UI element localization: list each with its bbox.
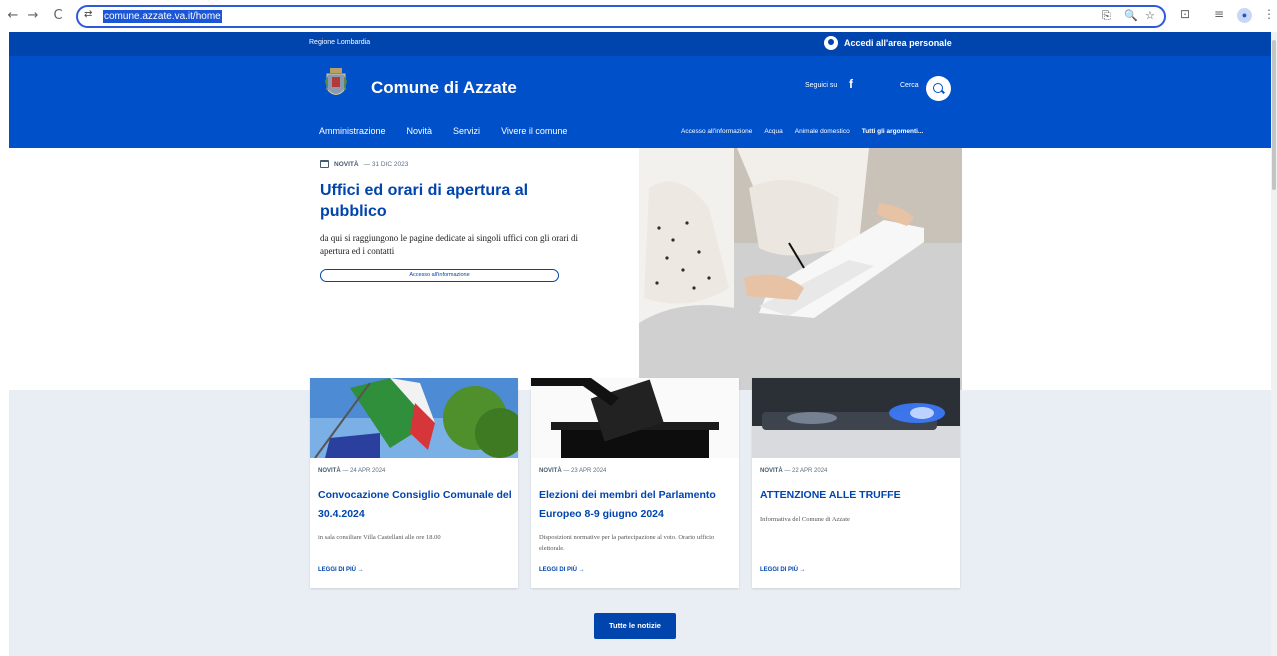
read-more-link[interactable]: LEGGI DI PIÙ → bbox=[539, 567, 585, 573]
read-more-link[interactable]: LEGGI DI PIÙ → bbox=[318, 567, 364, 573]
card-category: NOVITÀ bbox=[539, 468, 562, 474]
top-bar: Regione Lombardia Accedi all'area person… bbox=[9, 32, 1271, 56]
card-meta: NOVITÀ — 22 APR 2024 bbox=[760, 468, 827, 474]
news-card[interactable]: NOVITÀ — 24 APR 2024 Convocazione Consig… bbox=[310, 378, 518, 588]
read-more-link[interactable]: LEGGI DI PIÙ → bbox=[760, 567, 806, 573]
url-text[interactable]: comune.azzate.va.it/home bbox=[103, 10, 222, 23]
user-avatar-icon bbox=[824, 36, 838, 50]
extensions-icon[interactable]: ⊡ bbox=[1180, 7, 1190, 21]
nav-item-novita[interactable]: Novità bbox=[407, 126, 433, 136]
news-card[interactable]: NOVITÀ — 22 APR 2024 ATTENZIONE ALLE TRU… bbox=[752, 378, 960, 588]
website-viewport: Regione Lombardia Accedi all'area person… bbox=[9, 32, 1271, 656]
search-label: Cerca bbox=[900, 82, 919, 89]
zoom-icon[interactable]: 🔍 bbox=[1124, 9, 1138, 22]
card-meta: NOVITÀ — 23 APR 2024 bbox=[539, 468, 606, 474]
reload-icon[interactable]: C bbox=[49, 7, 67, 25]
calendar-icon bbox=[320, 160, 329, 168]
browser-toolbar: ← → C ⇄ comune.azzate.va.it/home ⎘ 🔍 ☆ ⊡… bbox=[0, 0, 1277, 32]
topic-tutti-argomenti[interactable]: Tutti gli argomenti... bbox=[862, 128, 924, 135]
topics-navigation: Accesso all'informazione Acqua Animale d… bbox=[681, 128, 923, 135]
cast-icon[interactable]: ⎘ bbox=[1102, 9, 1111, 23]
hero-title[interactable]: Uffici ed orari di apertura al pubblico bbox=[320, 180, 580, 222]
hero-date: — 31 DIC 2023 bbox=[363, 160, 409, 168]
site-title[interactable]: Comune di Azzate bbox=[371, 78, 517, 98]
card-description: in sala consiliare Villa Castellani alle… bbox=[318, 534, 441, 541]
topic-acqua[interactable]: Acqua bbox=[764, 128, 782, 135]
card-title[interactable]: Elezioni dei membri del Parlamento Europ… bbox=[539, 486, 735, 524]
reading-list-icon[interactable]: ≡ bbox=[1214, 7, 1224, 21]
topic-accesso-informazione[interactable]: Accesso all'informazione bbox=[681, 128, 752, 135]
back-arrow-icon[interactable]: ← bbox=[4, 7, 22, 25]
card-description: Informativa del Comune di Azzate bbox=[760, 516, 850, 523]
browser-menu-icon[interactable]: ⋮ bbox=[1263, 7, 1275, 21]
nav-item-amministrazione[interactable]: Amministrazione bbox=[319, 126, 386, 136]
profile-avatar-icon[interactable]: ● bbox=[1237, 8, 1252, 23]
card-image-ballot-box bbox=[531, 378, 739, 458]
card-image-police-lights bbox=[752, 378, 960, 458]
card-title[interactable]: Convocazione Consiglio Comunale del 30.4… bbox=[318, 486, 514, 524]
card-description: Disposizioni normative per la partecipaz… bbox=[539, 534, 715, 552]
site-header: Comune di Azzate Seguici su f Cerca Ammi… bbox=[9, 56, 1271, 148]
card-title[interactable]: ATTENZIONE ALLE TRUFFE bbox=[760, 486, 956, 505]
nav-item-vivere-il-comune[interactable]: Vivere il comune bbox=[501, 126, 567, 136]
bookmark-star-icon[interactable]: ☆ bbox=[1145, 9, 1155, 22]
social-label: Seguici su bbox=[805, 82, 838, 89]
hero-topic-button[interactable]: Accesso all'informazione bbox=[320, 269, 559, 282]
site-settings-icon[interactable]: ⇄ bbox=[84, 9, 92, 20]
all-news-button[interactable]: Tutte le notizie bbox=[594, 613, 676, 639]
facebook-icon[interactable]: f bbox=[849, 77, 853, 91]
card-category: NOVITÀ bbox=[318, 468, 341, 474]
card-date: — 24 APR 2024 bbox=[342, 468, 386, 474]
region-link[interactable]: Regione Lombardia bbox=[309, 39, 370, 46]
search-button[interactable] bbox=[926, 76, 951, 101]
card-date: — 22 APR 2024 bbox=[784, 468, 828, 474]
address-bar[interactable]: ⇄ comune.azzate.va.it/home ⎘ 🔍 ☆ bbox=[76, 5, 1166, 28]
hero-category: NOVITÀ bbox=[334, 160, 359, 168]
card-date: — 23 APR 2024 bbox=[563, 468, 607, 474]
nav-item-servizi[interactable]: Servizi bbox=[453, 126, 480, 136]
login-label: Accedi all'area personale bbox=[844, 38, 952, 48]
news-card[interactable]: NOVITÀ — 23 APR 2024 Elezioni dei membri… bbox=[531, 378, 739, 588]
forward-arrow-icon[interactable]: → bbox=[24, 7, 42, 25]
scrollbar-thumb[interactable] bbox=[1272, 40, 1276, 190]
login-link[interactable]: Accedi all'area personale bbox=[824, 36, 952, 50]
main-navigation: Amministrazione Novità Servizi Vivere il… bbox=[319, 126, 567, 136]
card-image-flags bbox=[310, 378, 518, 458]
municipal-crest-icon[interactable] bbox=[325, 67, 347, 101]
hero-meta: NOVITÀ — 31 DIC 2023 bbox=[320, 160, 408, 168]
card-meta: NOVITÀ — 24 APR 2024 bbox=[318, 468, 385, 474]
topic-animale-domestico[interactable]: Animale domestico bbox=[795, 128, 850, 135]
hero-image-office-desk bbox=[639, 148, 962, 390]
card-category: NOVITÀ bbox=[760, 468, 783, 474]
hero-description: da qui si raggiungono le pagine dedicate… bbox=[320, 233, 579, 256]
